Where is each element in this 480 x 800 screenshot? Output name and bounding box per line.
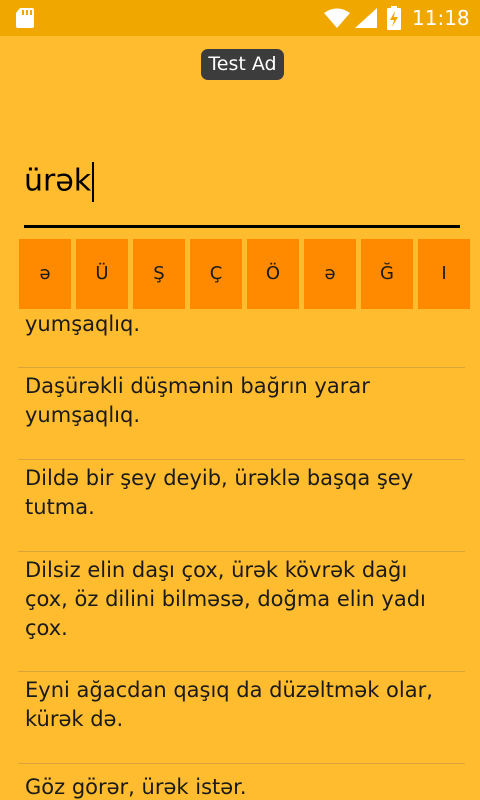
list-item-text[interactable]: Dilsiz elin daşı çox, ürək kövrək dağı ç… bbox=[25, 556, 435, 643]
battery-charging-icon bbox=[387, 6, 401, 30]
status-time: 11:18 bbox=[412, 6, 470, 30]
list-divider bbox=[18, 367, 465, 368]
list-divider bbox=[18, 551, 465, 552]
list-divider bbox=[18, 763, 465, 764]
key-u-umlaut[interactable]: Ü bbox=[76, 239, 128, 309]
text-caret bbox=[92, 162, 95, 202]
key-g-breve[interactable]: Ğ bbox=[361, 239, 413, 309]
list-item-text[interactable]: Dildə bir şey deyib, ürəklə başqa şey tu… bbox=[25, 464, 435, 522]
cell-signal-icon bbox=[355, 8, 377, 28]
list-item-text[interactable]: Göz görər, ürək istər. bbox=[25, 773, 435, 800]
key-schwa-2[interactable]: ə bbox=[304, 239, 356, 309]
search-input-value: ürək bbox=[24, 163, 92, 199]
key-o-umlaut[interactable]: Ö bbox=[247, 239, 299, 309]
sd-card-icon bbox=[16, 8, 34, 28]
list-item-text[interactable]: yumşaqlıq. bbox=[25, 310, 435, 339]
list-item-text[interactable]: Eyni ağacdan qaşıq da düzəltmək olar, kü… bbox=[25, 676, 435, 734]
list-divider bbox=[18, 671, 465, 672]
search-underline bbox=[24, 225, 460, 228]
key-dotless-i[interactable]: I bbox=[418, 239, 470, 309]
list-divider bbox=[18, 459, 465, 460]
search-field[interactable]: ürək bbox=[24, 150, 460, 230]
key-schwa[interactable]: ə bbox=[19, 239, 71, 309]
list-item-text[interactable]: Daşürəkli düşmənin bağrın yarar yumşaqlı… bbox=[25, 372, 435, 430]
key-c-cedilla[interactable]: Ç bbox=[190, 239, 242, 309]
search-input[interactable]: ürək bbox=[24, 162, 95, 202]
key-s-cedilla[interactable]: Ş bbox=[133, 239, 185, 309]
status-bar: 11:18 bbox=[0, 0, 480, 36]
wifi-icon bbox=[324, 8, 350, 28]
special-character-bar: ə Ü Ş Ç Ö ə Ğ I bbox=[19, 239, 480, 309]
test-ad-badge[interactable]: Test Ad bbox=[201, 49, 284, 80]
proverb-list[interactable]: yumşaqlıq. Daşürəkli düşmənin bağrın yar… bbox=[0, 309, 480, 800]
